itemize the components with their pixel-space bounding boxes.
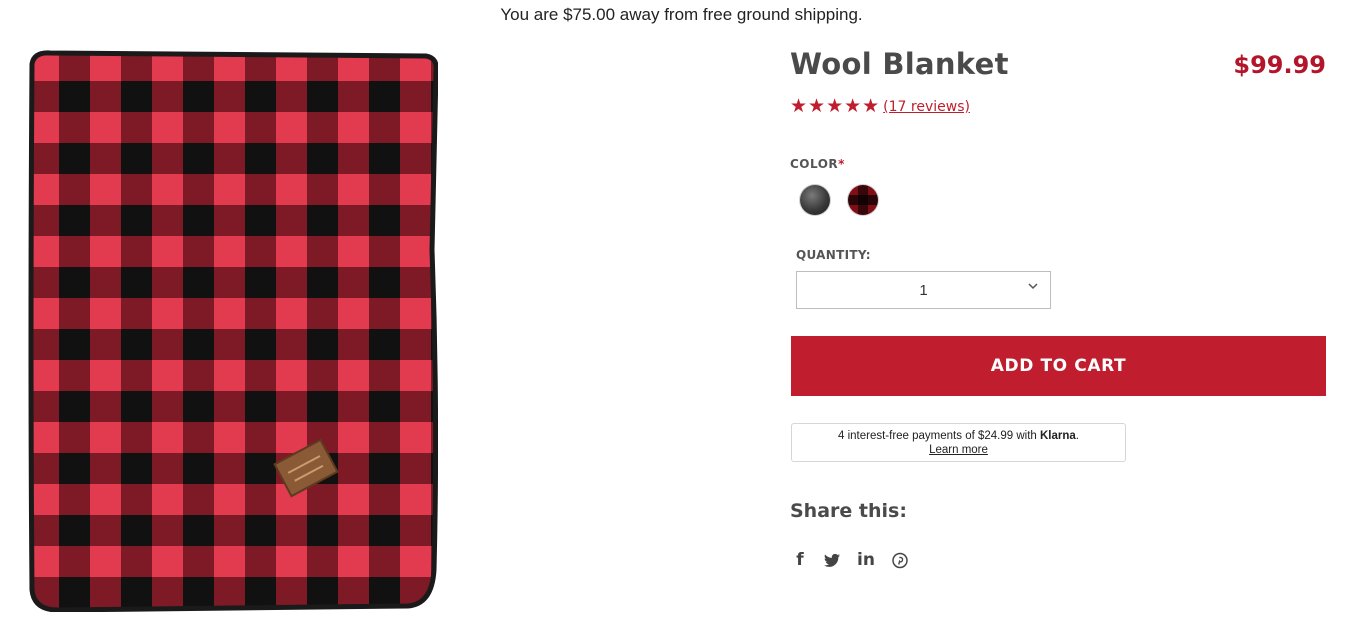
twitter-icon[interactable]	[824, 551, 840, 569]
color-label: COLOR*	[790, 157, 845, 171]
klarna-line: 4 interest-free payments of $24.99 with …	[792, 429, 1125, 443]
share-icons: f in	[792, 550, 908, 570]
free-shipping-banner: You are $75.00 away from free ground shi…	[500, 5, 863, 24]
klarna-period: .	[1075, 430, 1079, 442]
linkedin-icon[interactable]: in	[856, 550, 876, 570]
rating-row: ★★★★★ (17 reviews)	[790, 96, 970, 118]
product-price: $99.99	[1233, 51, 1326, 79]
reviews-link[interactable]: (17 reviews)	[883, 99, 970, 115]
pinterest-icon[interactable]	[892, 551, 908, 569]
star-rating-icon: ★★★★★	[790, 96, 881, 117]
linkedin-glyph: in	[857, 550, 875, 570]
facebook-glyph: f	[796, 550, 804, 570]
color-swatch-red-black[interactable]	[848, 185, 878, 215]
klarna-logo: Klarna	[1040, 430, 1076, 442]
share-title: Share this:	[790, 500, 907, 522]
quantity-label: QUANTITY:	[796, 248, 871, 262]
klarna-learn-more-link[interactable]: Learn more	[792, 443, 1125, 457]
facebook-icon[interactable]: f	[792, 550, 808, 570]
quantity-select[interactable]: 1	[796, 271, 1051, 309]
klarna-text: 4 interest-free payments of $24.99 with	[838, 430, 1040, 442]
product-image[interactable]	[28, 50, 438, 612]
product-title: Wool Blanket	[790, 47, 1009, 81]
color-label-text: COLOR	[790, 157, 839, 171]
color-swatch-gray[interactable]	[800, 185, 830, 215]
add-to-cart-button[interactable]: ADD TO CART	[791, 336, 1326, 396]
chevron-down-icon	[1028, 283, 1038, 290]
required-marker: *	[838, 157, 845, 171]
quantity-value: 1	[919, 282, 928, 299]
klarna-payment-box: 4 interest-free payments of $24.99 with …	[791, 423, 1126, 462]
